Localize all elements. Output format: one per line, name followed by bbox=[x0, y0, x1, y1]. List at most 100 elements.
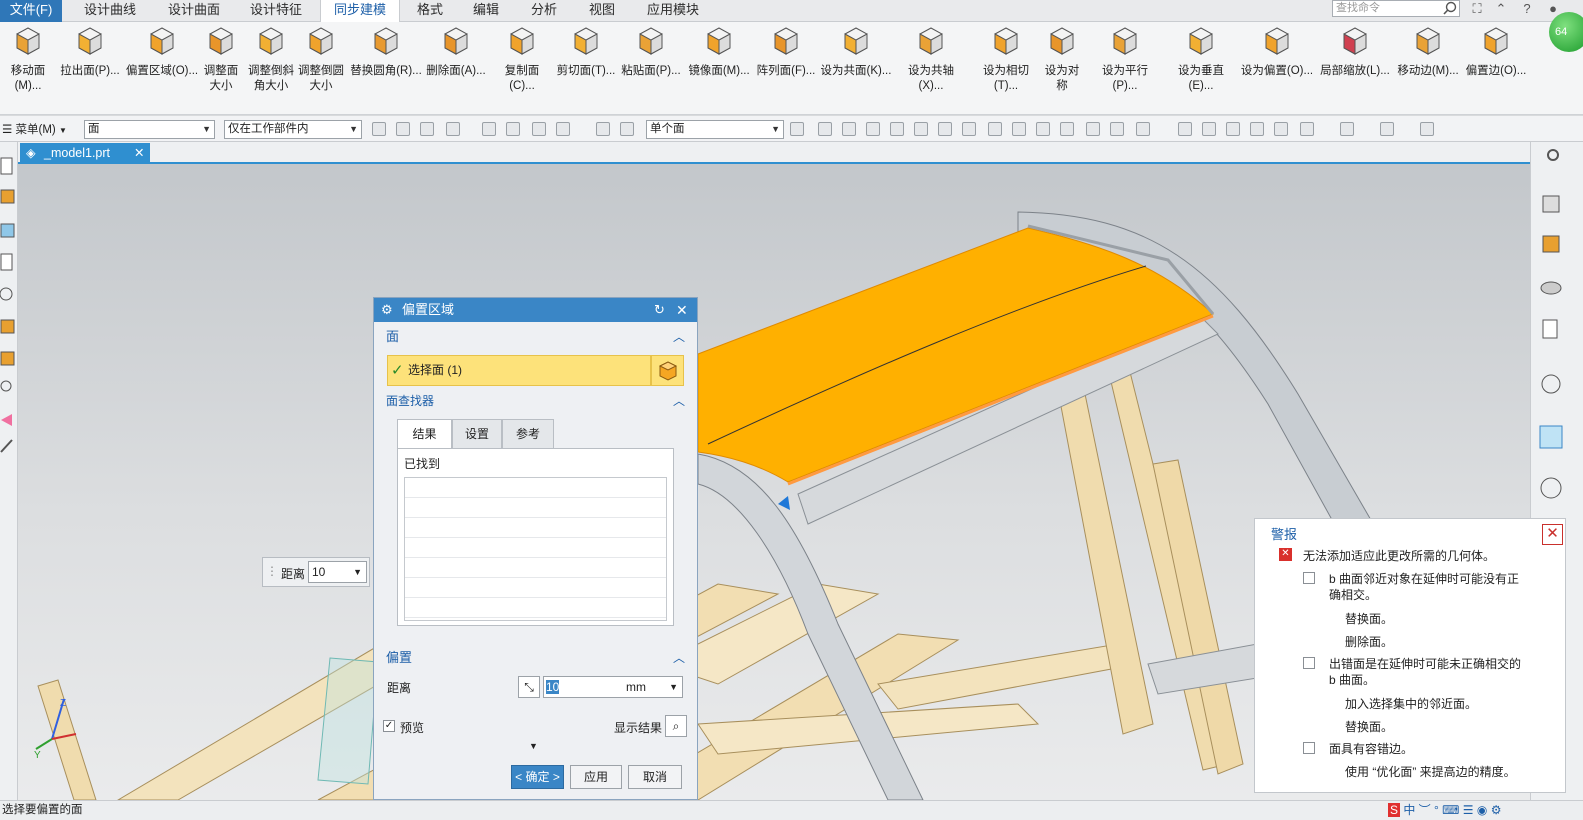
distance-float-field[interactable]: 10 ▼ bbox=[308, 561, 367, 583]
face-finder-header[interactable]: 面查找器 ︿ bbox=[380, 390, 691, 412]
selection-tool-icon[interactable] bbox=[1226, 122, 1240, 136]
search-icon[interactable] bbox=[1442, 1, 1458, 15]
ribbon-button[interactable]: 设为偏置(O)... bbox=[1240, 24, 1314, 112]
ribbon-button[interactable]: 阵列面(F)... bbox=[756, 24, 816, 112]
ime-toolbar[interactable]: S 中 ︶ ° ⌨ ☰ ◉ ⚙ bbox=[1388, 801, 1501, 820]
selection-tool-icon[interactable] bbox=[988, 122, 1002, 136]
selection-tool-icon[interactable] bbox=[372, 122, 386, 136]
selection-tool-icon[interactable] bbox=[1420, 122, 1434, 136]
face-selection-button[interactable] bbox=[651, 355, 684, 386]
selection-tool-icon[interactable] bbox=[1178, 122, 1192, 136]
alert-sub-item[interactable]: 替换面。 bbox=[1345, 611, 1393, 627]
distance-function-button[interactable]: ⤡ bbox=[518, 676, 540, 698]
offset-section-header[interactable]: 偏置 ︿ bbox=[380, 647, 691, 669]
ribbon-button[interactable]: 调整倒斜 角大小 bbox=[246, 24, 296, 112]
ribbon-button[interactable]: 拉出面(P)... bbox=[60, 24, 120, 112]
ribbon-button[interactable]: 设为平行(P)... bbox=[1090, 24, 1160, 112]
ribbon-button[interactable]: 镜像面(M)... bbox=[686, 24, 752, 112]
menu-button[interactable]: ☰ 菜单(M) ▼ bbox=[2, 121, 67, 137]
ribbon-button[interactable]: 替换圆角(R)... bbox=[350, 24, 422, 112]
ribbon-button[interactable]: 移动面(M)... bbox=[0, 24, 56, 112]
alert-item-checkbox[interactable] bbox=[1303, 742, 1315, 754]
selection-tool-icon[interactable] bbox=[1380, 122, 1394, 136]
selection-tool-icon[interactable] bbox=[842, 122, 856, 136]
selection-tool-icon[interactable] bbox=[1340, 122, 1354, 136]
ribbon-button[interactable]: 局部缩放(L)... bbox=[1320, 24, 1390, 112]
tab-settings[interactable]: 设置 bbox=[452, 419, 502, 449]
menu-edit[interactable]: 编辑 bbox=[466, 0, 506, 22]
ok-button[interactable]: < 确定 > bbox=[511, 765, 564, 789]
selection-tool-icon[interactable] bbox=[532, 122, 546, 136]
selection-tool-icon[interactable] bbox=[1012, 122, 1026, 136]
menu-design-curve[interactable]: 设计曲线 bbox=[76, 0, 144, 22]
right-toolbar-icons[interactable] bbox=[1531, 142, 1583, 502]
menu-design-feature[interactable]: 设计特征 bbox=[242, 0, 310, 22]
ribbon-button[interactable]: 移动边(M)... bbox=[1394, 24, 1462, 112]
alert-sub-item[interactable]: 使用 “优化面” 来提高边的精度。 bbox=[1345, 764, 1516, 780]
help-icon[interactable]: ? bbox=[1518, 0, 1536, 18]
selection-tool-icon[interactable] bbox=[890, 122, 904, 136]
ribbon-button[interactable]: 复制面(C)... bbox=[492, 24, 552, 112]
selection-tool-icon[interactable] bbox=[962, 122, 976, 136]
command-search-input[interactable]: 查找命令 bbox=[1332, 0, 1460, 17]
minimize-ribbon-icon[interactable]: ⌃ bbox=[1492, 0, 1510, 18]
cancel-button[interactable]: 取消 bbox=[628, 765, 682, 789]
collapse-icon[interactable]: ︿ bbox=[673, 390, 685, 412]
ribbon-button[interactable]: 调整面 大小 bbox=[200, 24, 242, 112]
dialog-title-bar[interactable]: ⚙ 偏置区域 ↻ ✕ bbox=[374, 298, 697, 322]
selection-tool-icon[interactable] bbox=[506, 122, 520, 136]
menu-sync-modeling[interactable]: 同步建模 bbox=[320, 0, 400, 22]
distance-input[interactable]: 10 mm ▼ bbox=[543, 676, 683, 698]
selection-tool-icon[interactable] bbox=[1136, 122, 1150, 136]
selection-tool-icon[interactable] bbox=[1274, 122, 1288, 136]
selection-tool-icon[interactable] bbox=[1086, 122, 1100, 136]
alert-sub-item[interactable]: 删除面。 bbox=[1345, 634, 1393, 650]
ribbon-button[interactable]: 设为对 称 bbox=[1042, 24, 1082, 112]
menu-view[interactable]: 视图 bbox=[582, 0, 622, 22]
menu-analysis[interactable]: 分析 bbox=[524, 0, 564, 22]
ribbon-button[interactable]: 剪切面(T)... bbox=[556, 24, 616, 112]
select-face-row[interactable]: ✓ 选择面 (1) bbox=[387, 355, 651, 386]
ribbon-button[interactable]: 偏置区域(O)... bbox=[124, 24, 200, 112]
menu-design-surface[interactable]: 设计曲面 bbox=[160, 0, 228, 22]
close-icon[interactable]: ✕ bbox=[134, 143, 144, 163]
show-result-button[interactable]: ⌕ bbox=[665, 715, 687, 737]
selection-tool-icon[interactable] bbox=[1060, 122, 1074, 136]
ribbon-button[interactable]: 设为垂直(E)... bbox=[1166, 24, 1236, 112]
alert-sub-item[interactable]: 替换面。 bbox=[1345, 719, 1393, 735]
ribbon-button[interactable]: 删除面(A)... bbox=[424, 24, 488, 112]
close-icon[interactable]: ✕ bbox=[1542, 524, 1563, 545]
face-rule-select[interactable]: 单个面 ▼ bbox=[646, 120, 784, 139]
selection-scope-select[interactable]: 仅在工作部件内 ▼ bbox=[224, 120, 362, 139]
selection-tool-icon[interactable] bbox=[790, 122, 804, 136]
preview-checkbox[interactable]: ✓ bbox=[383, 720, 395, 732]
selection-tool-icon[interactable] bbox=[420, 122, 434, 136]
selection-tool-icon[interactable] bbox=[396, 122, 410, 136]
selection-tool-icon[interactable] bbox=[818, 122, 832, 136]
selection-tool-icon[interactable] bbox=[620, 122, 634, 136]
close-icon[interactable]: ✕ bbox=[676, 298, 688, 322]
gear-icon[interactable]: ⚙ bbox=[381, 298, 393, 322]
reset-icon[interactable]: ↻ bbox=[654, 298, 665, 322]
alert-item-checkbox[interactable] bbox=[1303, 572, 1315, 584]
selection-tool-icon[interactable] bbox=[914, 122, 928, 136]
selection-tool-icon[interactable] bbox=[938, 122, 952, 136]
document-tab[interactable]: ◈ _model1.prt ✕ bbox=[20, 143, 150, 164]
menu-app-modules[interactable]: 应用模块 bbox=[640, 0, 706, 22]
tab-reference[interactable]: 参考 bbox=[502, 419, 554, 449]
file-menu[interactable]: 文件(F) bbox=[0, 0, 62, 22]
selection-tool-icon[interactable] bbox=[1250, 122, 1264, 136]
type-filter-select[interactable]: 面 ▼ bbox=[84, 120, 215, 139]
ribbon-button[interactable]: 调整倒圆 大小 bbox=[298, 24, 344, 112]
selection-tool-icon[interactable] bbox=[482, 122, 496, 136]
selection-tool-icon[interactable] bbox=[1300, 122, 1314, 136]
ribbon-button[interactable]: 设为相切(T)... bbox=[972, 24, 1040, 112]
selection-tool-icon[interactable] bbox=[866, 122, 880, 136]
selection-tool-icon[interactable] bbox=[446, 122, 460, 136]
selection-tool-icon[interactable] bbox=[596, 122, 610, 136]
selection-tool-icon[interactable] bbox=[556, 122, 570, 136]
alert-sub-item[interactable]: 加入选择集中的邻近面。 bbox=[1345, 696, 1477, 712]
fullscreen-icon[interactable]: ⛶ bbox=[1468, 0, 1486, 18]
selection-tool-icon[interactable] bbox=[1110, 122, 1124, 136]
found-faces-list[interactable] bbox=[404, 477, 667, 621]
